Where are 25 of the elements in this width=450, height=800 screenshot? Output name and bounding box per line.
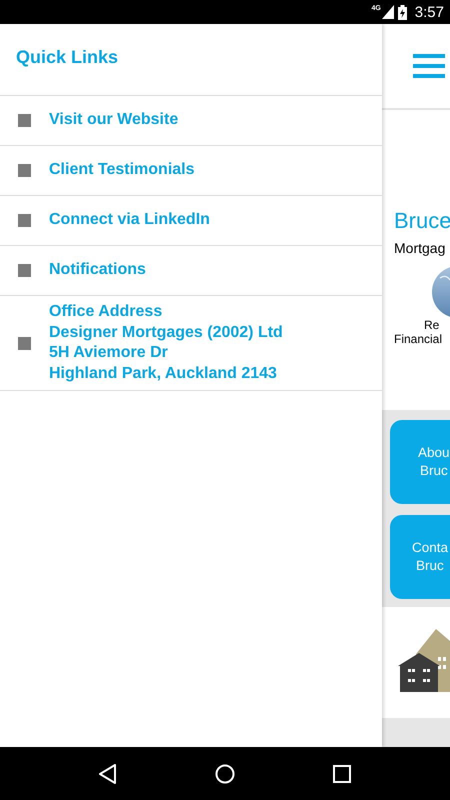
bullet-icon bbox=[18, 114, 31, 127]
logo-icon bbox=[432, 266, 450, 318]
page-button[interactable]: Conta Bruc bbox=[390, 515, 450, 599]
page-subtitle: Mortgag bbox=[394, 240, 446, 256]
drawer-title: Quick Links bbox=[16, 47, 118, 68]
back-icon[interactable] bbox=[99, 764, 117, 784]
menu-icon[interactable] bbox=[413, 54, 445, 78]
recents-icon[interactable] bbox=[333, 764, 351, 782]
clock-time: 3:57 bbox=[414, 4, 444, 20]
bullet-icon bbox=[18, 264, 31, 277]
battery-icon bbox=[398, 4, 407, 20]
drawer-link[interactable]: Client Testimonials bbox=[49, 160, 195, 181]
logo-caption: Financial bbox=[394, 332, 442, 346]
logo-caption: Re bbox=[424, 318, 440, 332]
drawer-link[interactable]: Office Address Designer Mortgages (2002) Ltd 5H Aviemore Dr Highland Park, Auckland 2143 bbox=[49, 302, 283, 384]
bullet-icon bbox=[18, 164, 31, 177]
drawer-link[interactable]: Connect via LinkedIn bbox=[49, 210, 210, 231]
page-button[interactable]: Abou Bruc bbox=[390, 420, 450, 504]
bullet-icon bbox=[18, 336, 31, 350]
home-icon[interactable] bbox=[215, 764, 235, 784]
signal-icon bbox=[382, 5, 394, 19]
drawer-link[interactable]: Visit our Website bbox=[49, 110, 178, 131]
footer-bar bbox=[382, 718, 450, 747]
bullet-icon bbox=[18, 214, 31, 227]
drawer-link[interactable]: Notifications bbox=[49, 260, 146, 281]
